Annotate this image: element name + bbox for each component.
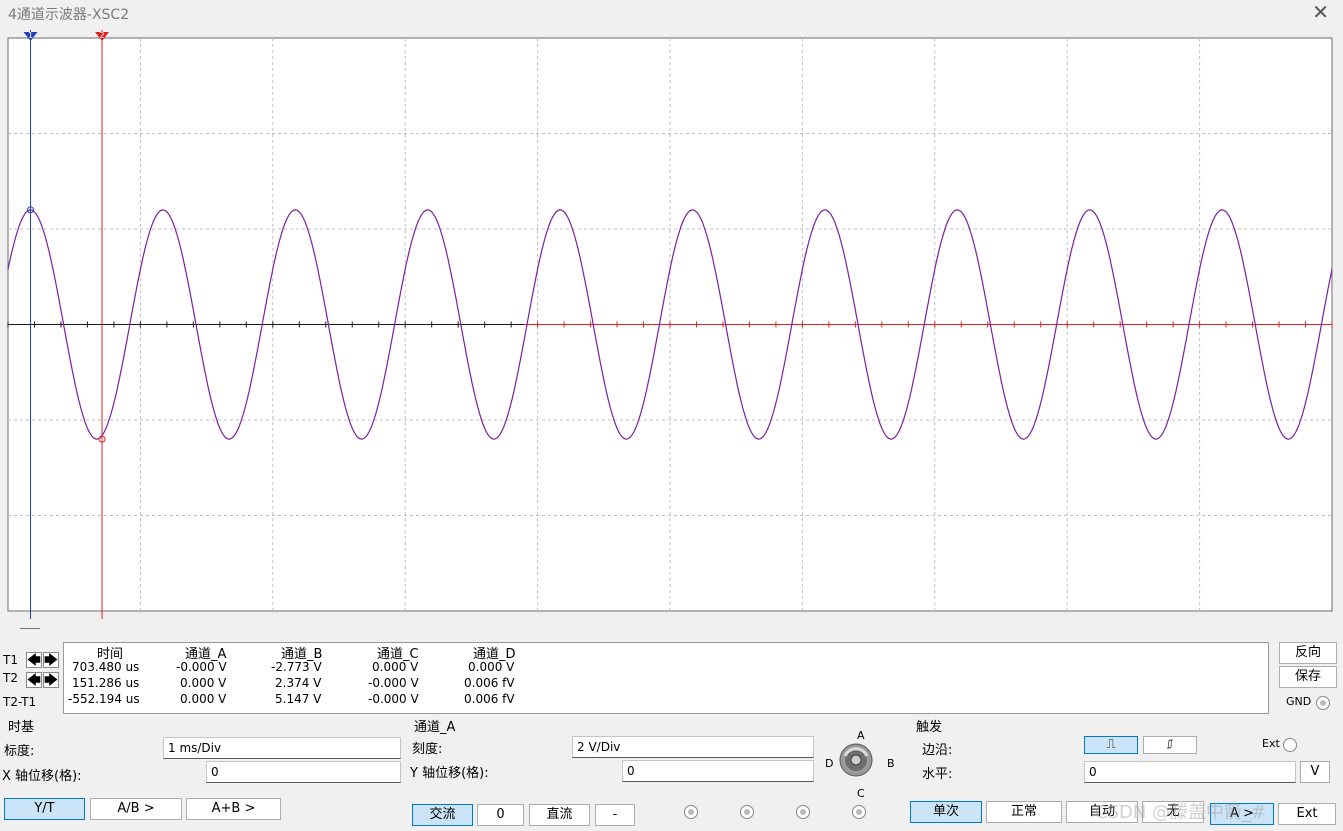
- trigger-source-ext-button[interactable]: Ext: [1278, 803, 1336, 825]
- coupling-ac-button[interactable]: 交流: [412, 804, 473, 826]
- mode-yt-button[interactable]: Y/T: [4, 798, 85, 820]
- scope-screen[interactable]: 12: [0, 30, 1343, 620]
- trigger-level-label: 水平:: [922, 767, 953, 782]
- watermark-text: CSDN @滕盖中箭_#: [1095, 802, 1267, 823]
- trigger-ext-radio[interactable]: [1283, 738, 1297, 752]
- trigger-single-button[interactable]: 单次: [910, 801, 982, 823]
- channel-group-label: 通道_A: [414, 720, 456, 735]
- t2-left-arrow-icon[interactable]: 🡄: [26, 672, 42, 688]
- selector-label-b: B: [887, 757, 895, 770]
- channel-scale-label: 刻度:: [412, 742, 443, 757]
- coupling-zero-button[interactable]: 0: [477, 804, 524, 826]
- terminal-radio-2[interactable]: [740, 805, 754, 819]
- terminal-radio-4[interactable]: [852, 805, 866, 819]
- mode-a-plus-b-button[interactable]: A+B >: [186, 798, 281, 820]
- t2-t1-channel-d: 0.006 fV: [464, 692, 515, 706]
- gnd-label: GND: [1286, 695, 1312, 708]
- row-label-t1: T1: [3, 653, 18, 667]
- timebase-xpos-field[interactable]: 0: [206, 761, 401, 783]
- mode-ab-button[interactable]: A/B >: [90, 798, 182, 820]
- t2-channel-b: 2.374 V: [275, 676, 322, 690]
- timebase-xpos-label: X 轴位移(格):: [2, 769, 82, 784]
- t1-time: 703.480 us: [72, 660, 140, 674]
- timebase-scale-label: 标度:: [4, 744, 35, 759]
- cursor-t1-label: 1: [28, 31, 33, 40]
- t2-t1-channel-a: 0.000 V: [180, 692, 227, 706]
- edge-rising-button[interactable]: ⎍: [1084, 736, 1138, 754]
- t2-t1-channel-b: 5.147 V: [275, 692, 322, 706]
- channel-scale-field[interactable]: 2 V/Div: [572, 736, 814, 758]
- t1-right-arrow-icon[interactable]: 🡆: [43, 652, 59, 668]
- selector-label-d: D: [825, 757, 834, 770]
- t1-left-arrow-icon[interactable]: 🡄: [26, 652, 42, 668]
- channel-ypos-field[interactable]: 0: [622, 760, 814, 782]
- gnd-radio[interactable]: [1316, 696, 1330, 710]
- trigger-level-field[interactable]: 0: [1084, 761, 1296, 783]
- window-title: 4通道示波器-XSC2: [8, 7, 130, 23]
- rising-edge-icon: ⎍: [1106, 737, 1116, 752]
- t1-channel-c: 0.000 V: [372, 660, 419, 674]
- t2-time: 151.286 us: [72, 676, 140, 690]
- t2-t1-time: -552.194 us: [68, 692, 140, 706]
- edge-falling-button[interactable]: ⎎: [1143, 736, 1197, 754]
- t2-channel-a: 0.000 V: [180, 676, 227, 690]
- terminal-radio-3[interactable]: [796, 805, 810, 819]
- title-bar: 4通道示波器-XSC2 ✕: [0, 0, 1343, 28]
- channel-selector-knob-icon[interactable]: [838, 742, 874, 778]
- coupling-minus-button[interactable]: -: [595, 804, 635, 826]
- coupling-dc-button[interactable]: 直流: [529, 804, 590, 826]
- trigger-normal-button[interactable]: 正常: [986, 801, 1062, 823]
- row-label-t2-t1: T2-T1: [3, 695, 37, 709]
- terminal-radio-1[interactable]: [684, 805, 698, 819]
- cursor-t2-label: 2: [99, 31, 104, 40]
- t1-channel-d: 0.000 V: [468, 660, 515, 674]
- close-icon[interactable]: ✕: [1312, 2, 1329, 22]
- reverse-button[interactable]: 反向: [1279, 642, 1337, 664]
- save-button[interactable]: 保存: [1279, 666, 1337, 688]
- measurement-readout: 时间 通道_A 通道_B 通道_C 通道_D 703.480 us -0.000…: [63, 642, 1269, 714]
- trigger-edge-label: 边沿:: [922, 743, 953, 758]
- trigger-level-unit[interactable]: V: [1300, 761, 1330, 783]
- timebase-scale-field[interactable]: 1 ms/Div: [163, 737, 401, 759]
- channel-ypos-label: Y 轴位移(格):: [410, 766, 489, 781]
- t1-channel-a: -0.000 V: [176, 660, 227, 674]
- timebase-group-label: 时基: [8, 720, 35, 735]
- selector-label-c: C: [857, 787, 865, 800]
- t2-channel-d: 0.006 fV: [464, 676, 515, 690]
- t2-t1-channel-c: -0.000 V: [368, 692, 419, 706]
- selector-label-a: A: [857, 729, 865, 742]
- trigger-group-label: 触发: [916, 720, 943, 735]
- trigger-ext-label: Ext: [1262, 737, 1280, 750]
- row-label-t2: T2: [3, 671, 18, 685]
- t2-right-arrow-icon[interactable]: 🡆: [43, 672, 59, 688]
- panel-divider: [20, 628, 40, 629]
- falling-edge-icon: ⎎: [1166, 737, 1174, 752]
- t2-channel-c: -0.000 V: [368, 676, 419, 690]
- t1-channel-b: -2.773 V: [271, 660, 322, 674]
